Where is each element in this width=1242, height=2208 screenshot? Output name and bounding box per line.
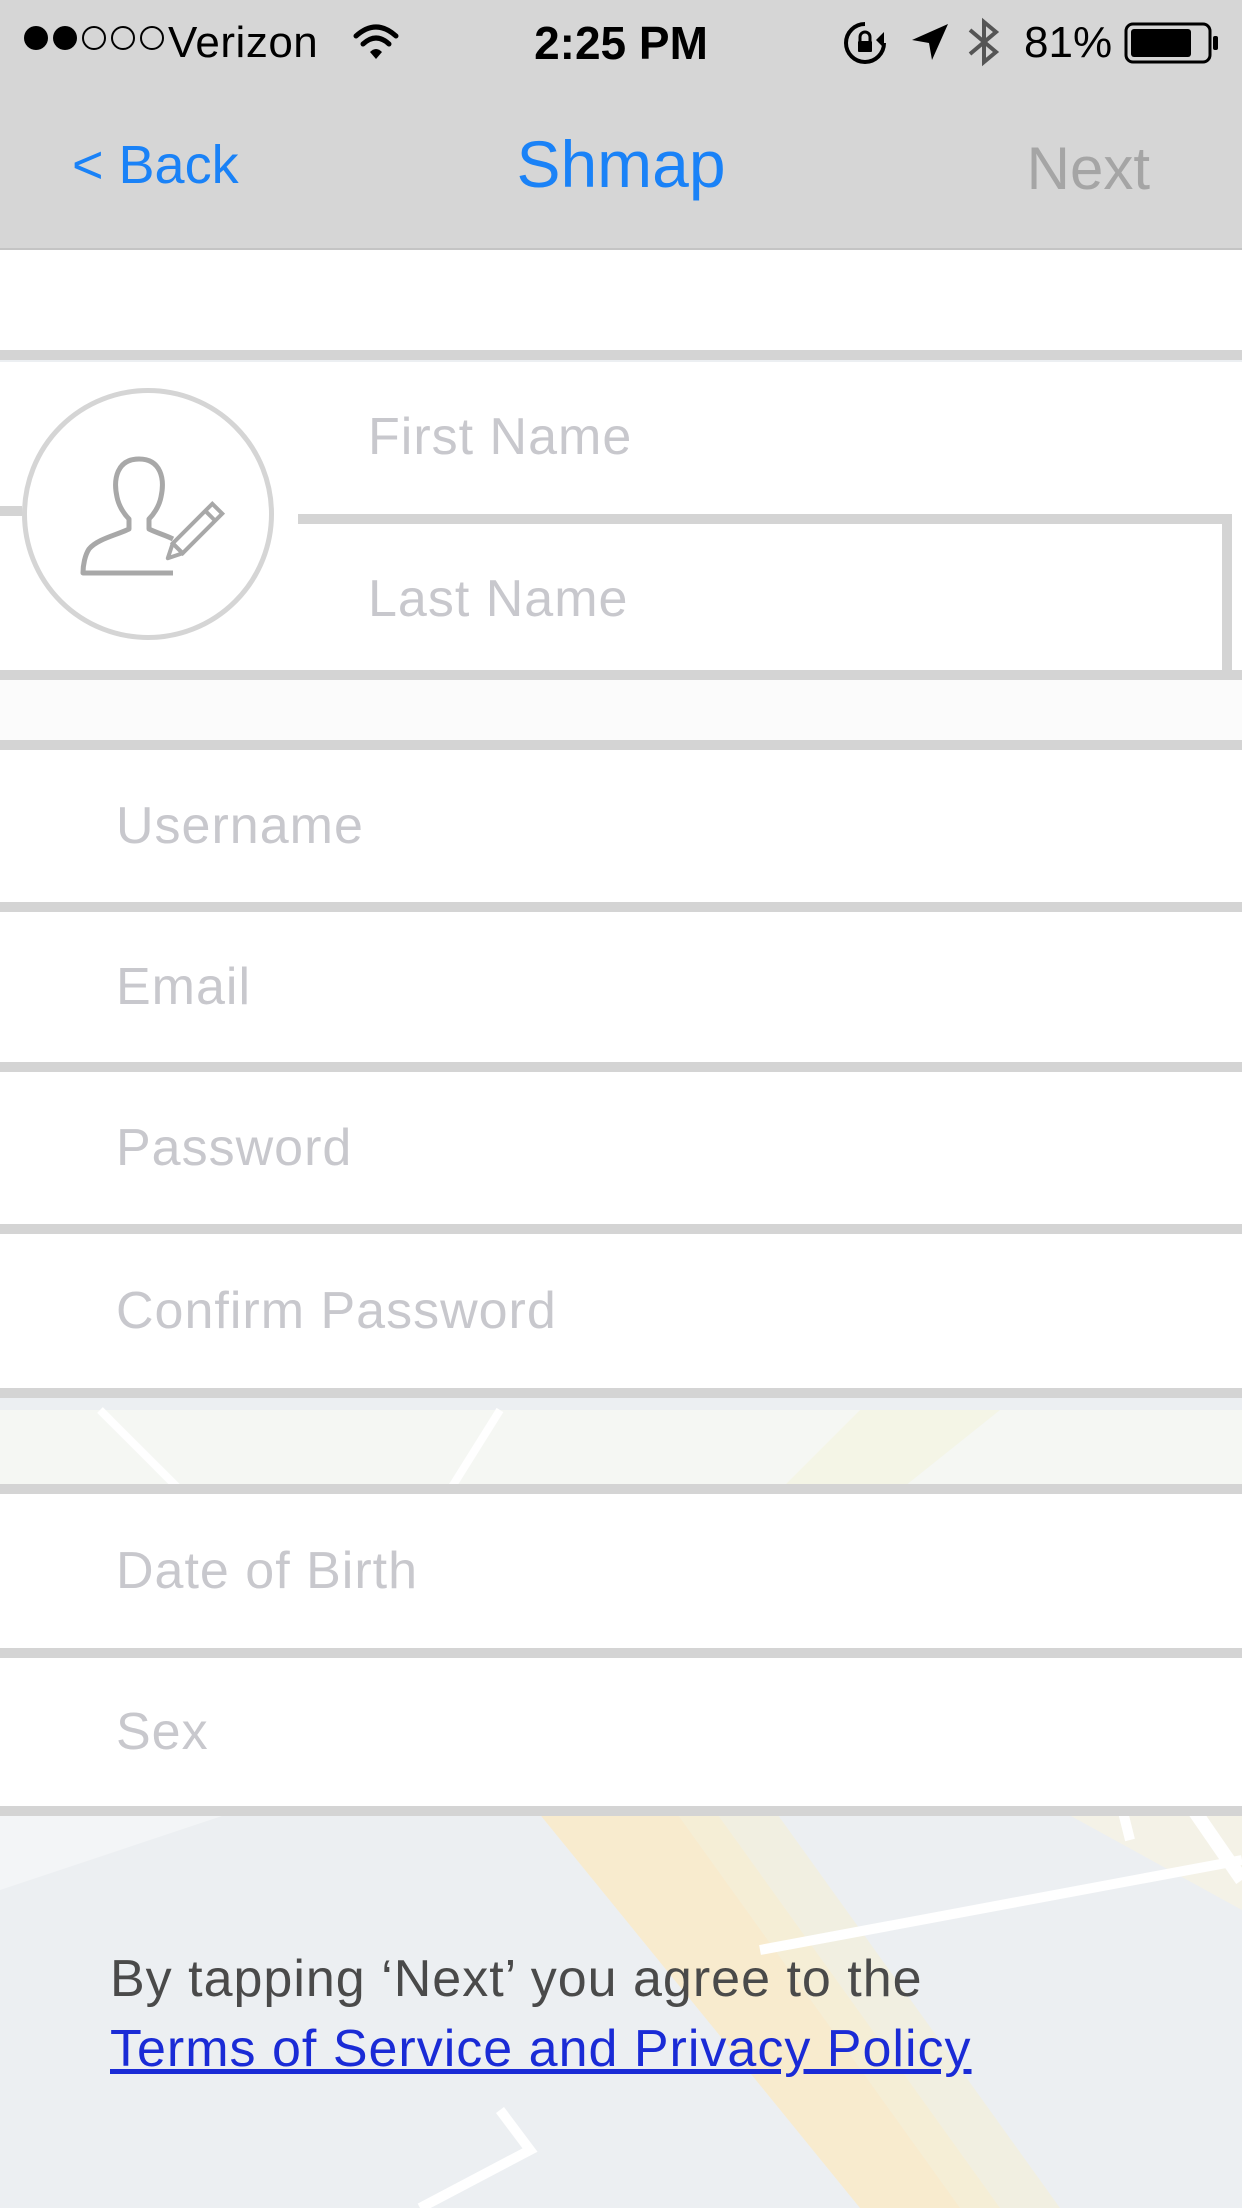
- divider: [0, 740, 1242, 750]
- section-spacer: [0, 680, 1242, 740]
- form-header-spacer: [0, 250, 1242, 350]
- confirm-password-input[interactable]: [114, 1280, 1242, 1342]
- battery-percent: 81%: [1024, 18, 1113, 67]
- divider: [0, 1388, 1242, 1398]
- last-name-field[interactable]: [298, 524, 1232, 674]
- divider: [0, 1062, 1242, 1072]
- divider-stub: [0, 506, 22, 516]
- location-arrow-icon: [912, 24, 948, 60]
- email-input[interactable]: [114, 956, 1242, 1018]
- date-of-birth-field[interactable]: [0, 1494, 1242, 1648]
- divider: [0, 1648, 1242, 1658]
- date-of-birth-input[interactable]: [114, 1540, 1242, 1602]
- divider: [0, 350, 1242, 360]
- username-input[interactable]: [114, 795, 1242, 857]
- agreement-text: By tapping ‘Next’ you agree to the: [110, 1950, 923, 2008]
- person-edit-icon: [80, 456, 226, 576]
- battery-icon: [1124, 22, 1218, 64]
- navigation-bar: < Back Shmap Next: [0, 84, 1242, 250]
- rotation-lock-icon: [844, 22, 886, 64]
- divider: [0, 1806, 1242, 1816]
- divider: [0, 902, 1242, 912]
- bluetooth-icon: [968, 17, 1000, 67]
- confirm-password-field[interactable]: [0, 1234, 1242, 1388]
- divider: [0, 1484, 1242, 1494]
- status-bar: Verizon 2:25 PM 81%: [0, 0, 1242, 84]
- profile-photo-button[interactable]: [22, 388, 274, 640]
- next-button[interactable]: Next: [1027, 134, 1150, 203]
- password-input[interactable]: [114, 1117, 1242, 1179]
- divider: [0, 670, 1242, 680]
- username-field[interactable]: [0, 750, 1242, 902]
- back-button[interactable]: < Back: [72, 134, 239, 196]
- last-name-input[interactable]: [366, 568, 1232, 630]
- email-field[interactable]: [0, 912, 1242, 1062]
- first-name-field[interactable]: [298, 362, 1232, 512]
- app-title: Shmap: [516, 127, 726, 201]
- divider: [0, 1224, 1242, 1234]
- password-field[interactable]: [0, 1072, 1242, 1224]
- terms-notice: By tapping ‘Next’ you agree to the Terms…: [110, 1944, 1210, 2084]
- sex-field[interactable]: [0, 1658, 1242, 1806]
- first-name-input[interactable]: [366, 406, 1232, 468]
- sex-input[interactable]: [114, 1701, 1242, 1763]
- terms-link[interactable]: Terms of Service and Privacy Policy: [110, 2020, 972, 2078]
